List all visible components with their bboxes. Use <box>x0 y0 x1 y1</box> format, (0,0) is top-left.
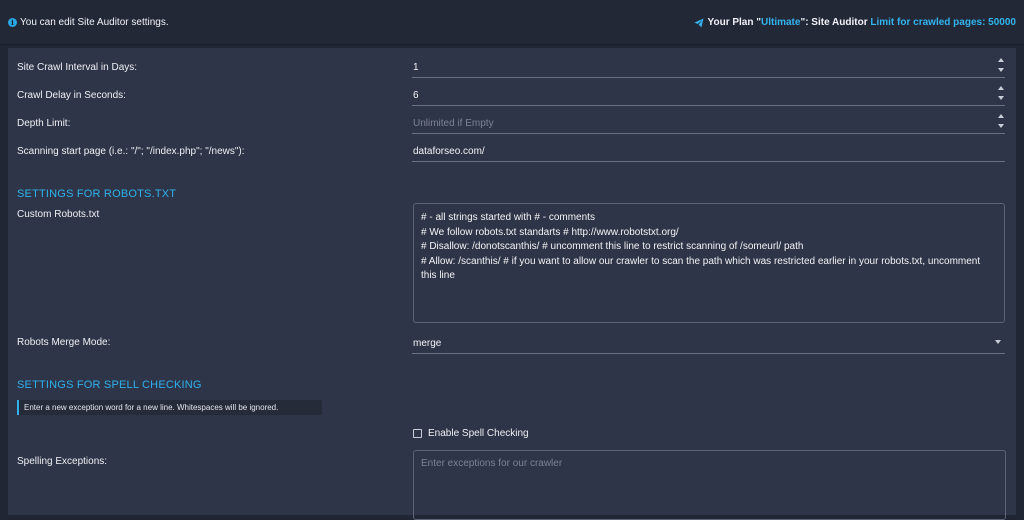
spelling-exceptions-textarea[interactable]: Enter exceptions for our crawler <box>413 450 1006 520</box>
spinner-down-icon[interactable] <box>998 68 1004 72</box>
robots-merge-label: Robots Merge Mode: <box>17 337 111 348</box>
spinner-down-icon[interactable] <box>998 96 1004 100</box>
spell-hint: Enter a new exception word for a new lin… <box>17 400 322 415</box>
crawl-delay-input[interactable]: 6 <box>412 83 1005 106</box>
depth-limit-placeholder: Unlimited if Empty <box>413 118 494 129</box>
info-message: i You can edit Site Auditor settings. <box>8 17 169 28</box>
robots-line: # Allow: /scanthis/ # if you want to all… <box>421 255 981 282</box>
plan-name: Ultimate <box>761 17 801 28</box>
exceptions-placeholder: Enter exceptions for our crawler <box>421 458 563 469</box>
chevron-down-icon[interactable] <box>995 340 1001 344</box>
enable-spell-checking[interactable]: Enable Spell Checking <box>413 428 529 439</box>
crawl-interval-spinner[interactable] <box>997 57 1005 75</box>
spelling-exceptions-label: Spelling Exceptions: <box>17 456 108 467</box>
enable-spell-label: Enable Spell Checking <box>428 428 529 439</box>
plan-info: Your Plan " Ultimate ": Site Auditor Limit… <box>694 17 1016 28</box>
robots-line: # Disallow: /donotscanthis/ # uncomment … <box>421 241 804 252</box>
depth-limit-spinner[interactable] <box>997 113 1005 131</box>
plan-suffix: ": Site Auditor <box>800 17 871 28</box>
plan-prefix: Your Plan " <box>707 17 761 28</box>
spell-section-title: SETTINGS FOR SPELL CHECKING <box>17 379 202 391</box>
spinner-up-icon[interactable] <box>998 86 1004 90</box>
crawl-interval-label: Site Crawl Interval in Days: <box>17 62 138 73</box>
settings-panel: Site Crawl Interval in Days: 1 Crawl Del… <box>8 48 1016 520</box>
plan-limit-link[interactable]: Limit for crawled pages: 50000 <box>870 17 1016 28</box>
start-page-value: dataforseo.com/ <box>413 146 485 157</box>
info-circle-icon: i <box>8 18 17 27</box>
robots-line: # We follow robots.txt standarts # http:… <box>421 226 679 238</box>
spell-checkbox[interactable] <box>413 429 422 438</box>
robots-section-title: SETTINGS FOR ROBOTS.TXT <box>17 188 177 200</box>
start-page-input[interactable]: dataforseo.com/ <box>412 139 1005 162</box>
crawl-delay-value: 6 <box>413 90 419 101</box>
crawl-delay-spinner[interactable] <box>997 85 1005 103</box>
depth-limit-label: Depth Limit: <box>17 118 71 129</box>
custom-robots-label: Custom Robots.txt <box>17 209 100 220</box>
crawl-interval-input[interactable]: 1 <box>412 55 1005 78</box>
start-page-label: Scanning start page (i.e.: "/"; "/index.… <box>17 146 245 157</box>
paper-plane-icon <box>694 18 704 27</box>
spinner-up-icon[interactable] <box>998 114 1004 118</box>
custom-robots-textarea[interactable]: # - all strings started with # - comment… <box>413 203 1005 323</box>
robots-line: # - all strings started with # - comment… <box>421 212 595 223</box>
crawl-interval-value: 1 <box>413 62 419 73</box>
robots-merge-select[interactable]: merge <box>412 331 1005 354</box>
spinner-down-icon[interactable] <box>998 124 1004 128</box>
spinner-up-icon[interactable] <box>998 58 1004 62</box>
crawl-delay-label: Crawl Delay in Seconds: <box>17 90 126 101</box>
robots-merge-value: merge <box>413 338 442 349</box>
info-text: You can edit Site Auditor settings. <box>20 17 169 28</box>
depth-limit-input[interactable]: Unlimited if Empty <box>412 111 1005 134</box>
top-bar: i You can edit Site Auditor settings. Yo… <box>0 0 1024 45</box>
